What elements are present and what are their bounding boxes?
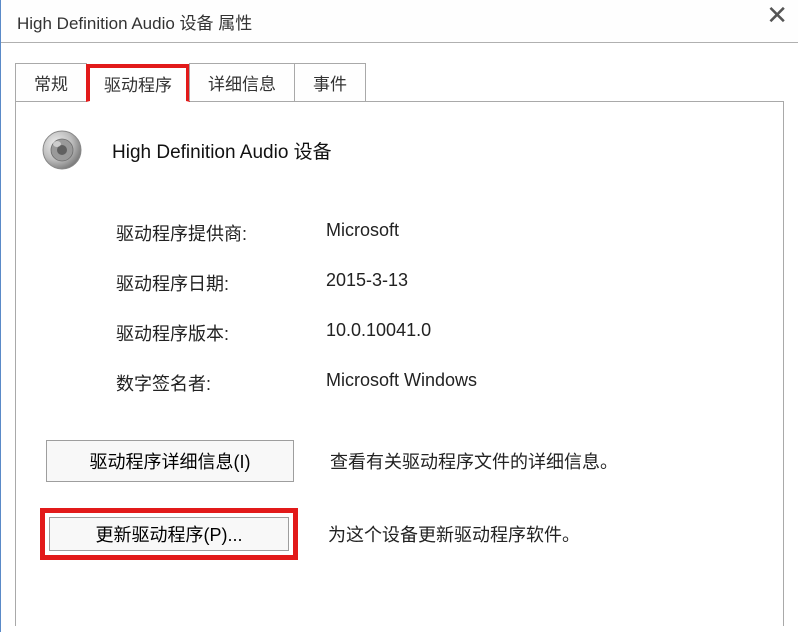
- device-header: High Definition Audio 设备: [40, 128, 759, 172]
- provider-value: Microsoft: [326, 220, 399, 246]
- driver-details-button[interactable]: 驱动程序详细信息(I): [46, 440, 294, 482]
- date-value: 2015-3-13: [326, 270, 408, 296]
- tab-strip: 常规 驱动程序 详细信息 事件: [15, 63, 784, 102]
- tab-label: 驱动程序: [104, 76, 172, 95]
- tab-driver[interactable]: 驱动程序: [86, 64, 190, 102]
- tab-general[interactable]: 常规: [15, 63, 87, 101]
- action-row-details: 驱动程序详细信息(I) 查看有关驱动程序文件的详细信息。: [40, 440, 759, 482]
- date-label: 驱动程序日期:: [116, 270, 326, 296]
- version-value: 10.0.10041.0: [326, 320, 431, 346]
- action-section: 驱动程序详细信息(I) 查看有关驱动程序文件的详细信息。 更新驱动程序(P)..…: [40, 440, 759, 560]
- properties-dialog: High Definition Audio 设备 属性 ✕ 常规 驱动程序 详细…: [0, 0, 798, 632]
- tab-label: 详细信息: [208, 75, 276, 94]
- signer-value: Microsoft Windows: [326, 370, 477, 396]
- device-name: High Definition Audio 设备: [112, 137, 332, 164]
- info-row-provider: 驱动程序提供商: Microsoft: [116, 220, 759, 246]
- speaker-icon: [40, 128, 84, 172]
- tab-panel-driver: High Definition Audio 设备 驱动程序提供商: Micros…: [15, 102, 784, 626]
- titlebar: High Definition Audio 设备 属性 ✕: [1, 0, 798, 42]
- version-label: 驱动程序版本:: [116, 320, 326, 346]
- driver-info-grid: 驱动程序提供商: Microsoft 驱动程序日期: 2015-3-13 驱动程…: [116, 220, 759, 396]
- update-driver-desc: 为这个设备更新驱动程序软件。: [328, 521, 580, 547]
- info-row-version: 驱动程序版本: 10.0.10041.0: [116, 320, 759, 346]
- driver-details-desc: 查看有关驱动程序文件的详细信息。: [330, 448, 618, 474]
- signer-label: 数字签名者:: [116, 370, 326, 396]
- button-wrap-highlight: 更新驱动程序(P)...: [40, 508, 298, 560]
- update-driver-button[interactable]: 更新驱动程序(P)...: [49, 517, 289, 551]
- tab-label: 事件: [313, 75, 347, 94]
- button-wrap: 驱动程序详细信息(I): [40, 440, 300, 482]
- content-area: 常规 驱动程序 详细信息 事件: [1, 43, 798, 626]
- info-row-date: 驱动程序日期: 2015-3-13: [116, 270, 759, 296]
- tab-label: 常规: [34, 75, 68, 94]
- window-title: High Definition Audio 设备 属性: [17, 9, 252, 34]
- provider-label: 驱动程序提供商:: [116, 220, 326, 246]
- action-row-update: 更新驱动程序(P)... 为这个设备更新驱动程序软件。: [40, 508, 759, 560]
- tab-details[interactable]: 详细信息: [189, 63, 295, 101]
- info-row-signer: 数字签名者: Microsoft Windows: [116, 370, 759, 396]
- tab-events[interactable]: 事件: [294, 63, 366, 101]
- close-icon[interactable]: ✕: [766, 2, 788, 28]
